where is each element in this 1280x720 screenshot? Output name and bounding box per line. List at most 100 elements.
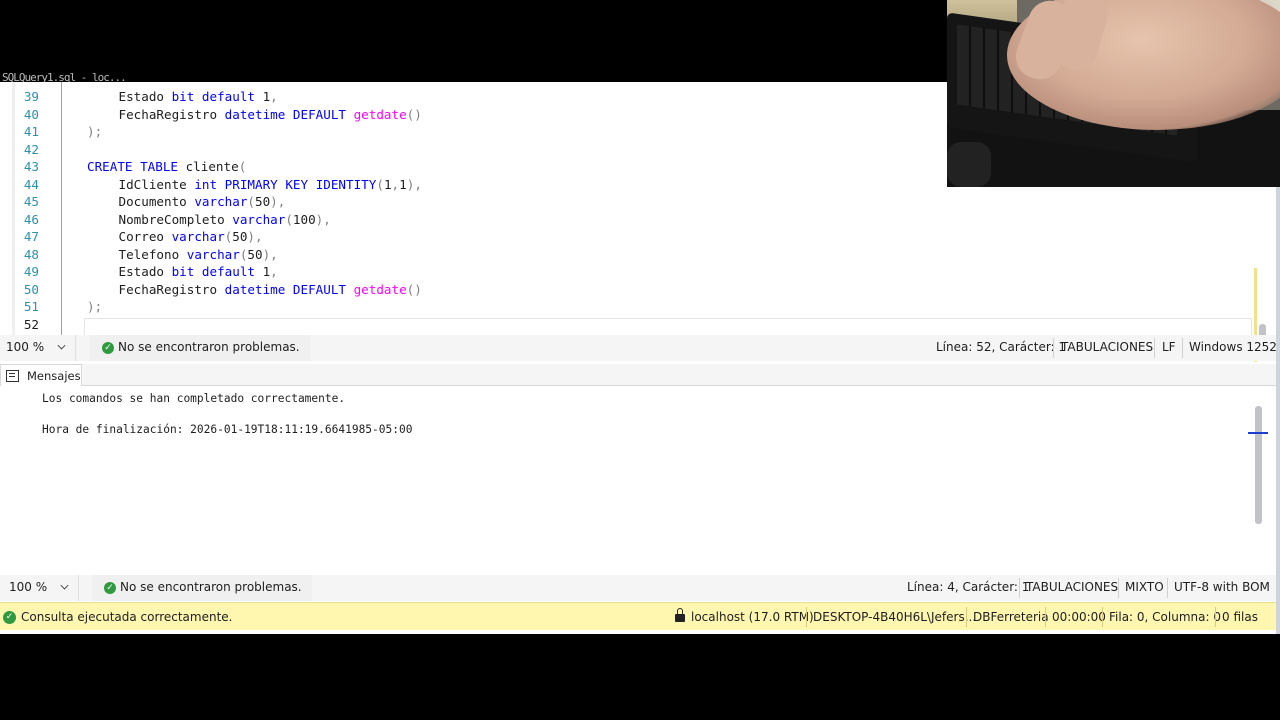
code-token: cliente <box>178 159 239 174</box>
messages-scrollbar-thumb[interactable] <box>1255 406 1262 524</box>
results-tab-row: Mensajes <box>0 364 1276 386</box>
code-token: ( <box>285 211 293 227</box>
code-token: , <box>270 264 278 279</box>
messages-zoom-dropdown[interactable]: 100 % <box>3 575 79 601</box>
code-line[interactable]: 49 Estado bit default 1, <box>0 263 1250 281</box>
code-token: () <box>406 281 422 297</box>
code-text: NombreCompleto varchar(100), <box>119 211 331 229</box>
code-text: Estado bit default 1, <box>119 263 278 281</box>
tab-messages[interactable]: Mensajes <box>0 364 82 386</box>
code-token: varchar <box>232 211 286 227</box>
code-token: Estado <box>118 89 172 104</box>
code-token: Correo <box>118 229 172 244</box>
divider <box>1019 578 1020 598</box>
line-ending[interactable]: LF <box>1162 340 1176 354</box>
line-number: 44 <box>23 176 39 192</box>
line-number: 47 <box>23 229 39 244</box>
code-token: DEFAULT <box>292 281 346 297</box>
file-encoding[interactable]: Windows 1252 <box>1189 340 1277 354</box>
query-status-bar: ✓ Consulta ejecutada correctamente. loca… <box>0 602 1276 630</box>
indent-mode[interactable]: TABULACIONES <box>1026 580 1118 594</box>
divider <box>966 607 967 627</box>
messages-pane[interactable]: Los comandos se han completado correctam… <box>0 386 1276 574</box>
code-line[interactable]: 46 NombreCompleto varchar(100), <box>0 211 1250 229</box>
code-token: ( <box>376 176 384 192</box>
messages-scroll-caret-marker <box>1248 432 1268 434</box>
divider <box>1118 578 1119 598</box>
code-token: bit <box>171 89 195 104</box>
code-token: Documento <box>118 194 195 209</box>
chevron-down-icon <box>60 581 69 590</box>
code-token: getdate <box>353 106 407 122</box>
line-number: 48 <box>23 246 39 262</box>
code-token: FechaRegistro <box>118 281 225 297</box>
row-count: 0 filas <box>1222 610 1258 624</box>
code-line[interactable]: 48 Telefono varchar(50), <box>0 246 1250 264</box>
code-token: datetime <box>224 106 286 122</box>
code-token: 50 <box>255 194 271 209</box>
chevron-down-icon <box>57 341 66 350</box>
cursor-position[interactable]: Línea: 52, Carácter: 1 <box>936 340 1066 354</box>
line-number: 43 <box>23 159 39 174</box>
file-encoding[interactable]: UTF-8 with BOM <box>1174 580 1270 594</box>
divider <box>1045 607 1046 627</box>
code-token: ), <box>315 211 331 227</box>
divider <box>806 607 807 627</box>
divider <box>1154 338 1155 358</box>
problems-text: No se encontraron problemas. <box>120 580 302 594</box>
code-token: varchar <box>194 194 248 209</box>
line-number: 46 <box>23 211 39 227</box>
code-token: FechaRegistro <box>118 106 225 122</box>
code-token: () <box>406 106 422 122</box>
code-line[interactable]: 47 Correo varchar(50), <box>0 228 1250 246</box>
query-status-message: Consulta ejecutada correctamente. <box>21 610 233 624</box>
code-token: ), <box>262 246 278 262</box>
problems-indicator[interactable]: ✓ No se encontraron problemas. <box>90 335 310 361</box>
bottom-black-area <box>0 634 1280 720</box>
code-text: Telefono varchar(50), <box>119 246 278 264</box>
code-token: DEFAULT <box>292 106 346 122</box>
row-col-position: Fila: 0, Columna: 0 <box>1109 610 1221 624</box>
code-token: PRIMARY <box>224 176 278 192</box>
editor-status-bar: 100 % ✓ No se encontraron problemas. Lín… <box>0 335 1277 361</box>
messages-icon <box>6 370 19 382</box>
code-token: varchar <box>186 246 240 262</box>
line-number: 51 <box>23 299 39 314</box>
webcam-mouse <box>947 142 991 187</box>
check-circle-icon: ✓ <box>3 611 16 624</box>
code-token: IDENTITY <box>315 176 377 192</box>
code-line[interactable]: 51); <box>0 298 1250 316</box>
code-line[interactable]: 50 FechaRegistro datetime DEFAULT getdate… <box>0 281 1250 299</box>
code-token: Telefono <box>118 246 187 262</box>
elapsed-time: 00:00:00 <box>1052 610 1106 624</box>
webcam-overlay <box>947 0 1280 187</box>
divider <box>1102 607 1103 627</box>
code-token: 1 <box>399 176 407 192</box>
code-text: CREATE TABLE cliente( <box>87 158 246 176</box>
cursor-position[interactable]: Línea: 4, Carácter: 1 <box>907 580 1029 594</box>
zoom-value: 100 % <box>9 580 48 594</box>
problems-text: No se encontraron problemas. <box>118 340 300 354</box>
code-text: Documento varchar(50), <box>119 193 286 211</box>
code-token: default <box>201 89 255 104</box>
code-token: ); <box>87 299 103 314</box>
code-token: IdCliente <box>118 176 195 192</box>
code-token: TABLE <box>140 159 179 174</box>
check-circle-icon: ✓ <box>104 582 116 594</box>
code-token: default <box>201 264 255 279</box>
problems-indicator[interactable]: ✓ No se encontraron problemas. <box>92 575 312 601</box>
code-line[interactable]: 45 Documento varchar(50), <box>0 193 1250 211</box>
line-ending[interactable]: MIXTO <box>1125 580 1164 594</box>
indent-mode[interactable]: TABULACIONES <box>1061 340 1153 354</box>
divider <box>1053 338 1054 358</box>
code-token: 50 <box>247 246 263 262</box>
code-text: IdCliente int PRIMARY KEY IDENTITY(1,1), <box>119 176 422 194</box>
editor-zoom-dropdown[interactable]: 100 % <box>0 335 76 361</box>
code-line[interactable]: 52 <box>0 316 1250 334</box>
divider <box>1182 338 1183 358</box>
code-token: 1 <box>255 264 271 279</box>
